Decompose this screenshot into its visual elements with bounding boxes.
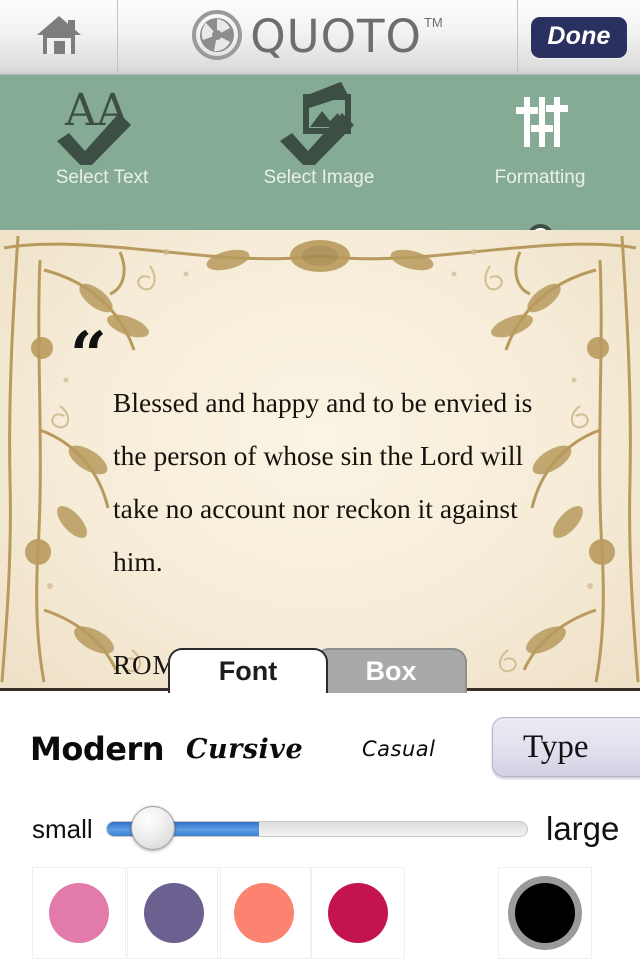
app-root: QUOTO TM Done AA Select Text Select Imag… xyxy=(0,0,640,960)
image-check-icon xyxy=(219,75,419,171)
font-option-modern[interactable]: Modern xyxy=(30,713,165,785)
quote-open-mark: “ xyxy=(70,318,107,393)
color-swatch-black[interactable] xyxy=(498,867,592,959)
brand-name: QUOTO xyxy=(250,10,422,63)
step-label: Select Image xyxy=(263,167,375,188)
formatting-panel: Modern Cursive Casual Type small large xyxy=(0,688,640,960)
color-swatch-coral[interactable] xyxy=(217,867,311,959)
brand-logo: QUOTO TM xyxy=(118,0,518,74)
aperture-logo-icon xyxy=(192,9,243,65)
color-swatch-row xyxy=(0,867,640,959)
swatch-dot xyxy=(49,883,109,943)
font-option-cursive[interactable]: Cursive xyxy=(186,713,303,785)
home-button[interactable] xyxy=(0,0,118,74)
text-aa-check-icon: AA xyxy=(2,75,202,171)
slider-min-label: small xyxy=(32,813,93,844)
top-bar: QUOTO TM Done xyxy=(0,0,640,75)
swatch-dot xyxy=(144,883,204,943)
font-option-casual[interactable]: Casual xyxy=(362,713,436,785)
sliders-icon xyxy=(440,75,640,165)
slider-fill xyxy=(107,822,259,836)
slider-max-label: large xyxy=(546,810,620,847)
step-formatting[interactable]: Formatting xyxy=(440,75,640,189)
step-label: Formatting xyxy=(494,167,586,188)
tab-box[interactable]: Box xyxy=(315,648,467,693)
step-progress-bar: AA Select Text Select Image Formatting xyxy=(0,75,640,251)
swatch-dot xyxy=(234,883,294,943)
swatch-dot xyxy=(328,883,388,943)
step-select-text[interactable]: AA Select Text xyxy=(2,75,202,189)
type-button[interactable]: Type xyxy=(492,717,640,777)
quote-text[interactable]: Blessed and happy and to be envied is th… xyxy=(113,376,543,588)
slider-thumb[interactable] xyxy=(131,806,175,850)
color-swatch-crimson[interactable] xyxy=(311,867,405,959)
trademark-symbol: TM xyxy=(423,15,443,30)
home-icon xyxy=(35,13,83,62)
tab-font[interactable]: Font xyxy=(168,648,328,693)
color-swatch-purple[interactable] xyxy=(127,867,221,959)
done-button-cell: Done xyxy=(518,0,640,74)
font-style-row: Modern Cursive Casual Type xyxy=(0,713,640,785)
done-button[interactable]: Done xyxy=(531,16,627,58)
swatch-dot xyxy=(515,883,575,943)
color-swatch-pink[interactable] xyxy=(32,867,126,959)
step-label: Select Text xyxy=(55,167,149,188)
step-select-image[interactable]: Select Image xyxy=(219,75,419,189)
font-size-slider-row: small large xyxy=(0,801,640,857)
